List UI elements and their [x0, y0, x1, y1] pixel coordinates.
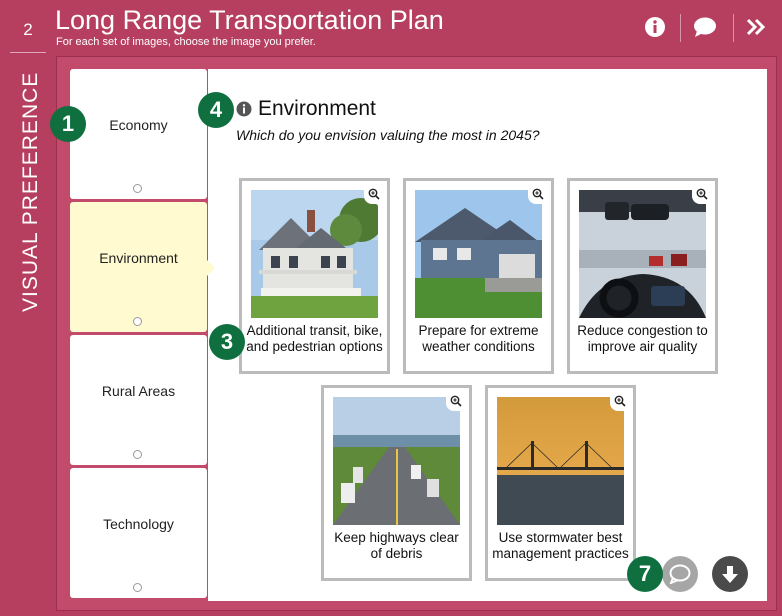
annotation-badge-7: 7: [627, 556, 663, 592]
traffic-photo: [579, 190, 706, 318]
status-dot: [133, 450, 142, 459]
tab-label: Technology: [103, 516, 174, 532]
section-question: Which do you envision valuing the most i…: [236, 127, 540, 143]
zoom-button[interactable]: [446, 391, 466, 411]
bridge-photo: [497, 397, 624, 525]
annotation-badge-4: 4: [198, 92, 234, 128]
status-dot: [133, 317, 142, 326]
status-dot: [133, 184, 142, 193]
active-tab-pointer: [206, 259, 215, 277]
zoom-in-icon: [368, 188, 380, 200]
choice-card-congestion[interactable]: Reduce congestion to improve air quality: [567, 178, 718, 374]
info-icon: [645, 17, 665, 37]
tab-environment[interactable]: Environment: [70, 202, 207, 332]
zoom-in-icon: [614, 395, 626, 407]
arrow-down-icon: [722, 566, 738, 583]
tab-economy[interactable]: Economy: [70, 69, 207, 199]
house-photo: [251, 190, 378, 318]
card-caption: Keep highways clear of debris: [334, 530, 459, 561]
card-caption: Additional transit, bike, and pedestrian…: [246, 323, 383, 354]
double-chevron-right-icon: [746, 18, 766, 36]
house-photo: [415, 190, 542, 318]
card-caption: Reduce congestion to improve air quality: [577, 323, 708, 354]
zoom-button[interactable]: [528, 184, 548, 204]
card-caption: Prepare for extreme weather conditions: [418, 323, 539, 354]
header-separator: [680, 14, 681, 42]
comment-icon: [669, 564, 691, 584]
header-separator: [733, 14, 734, 42]
step-divider: [10, 52, 46, 53]
section-title: Environment: [258, 97, 376, 120]
tab-label: Rural Areas: [101, 383, 176, 399]
zoom-in-icon: [696, 188, 708, 200]
choice-card-stormwater[interactable]: Use stormwater best management practices: [485, 385, 636, 581]
zoom-button[interactable]: [610, 391, 630, 411]
step-number: 2: [23, 20, 33, 39]
card-caption: Use stormwater best management practices: [492, 530, 629, 561]
tab-label: Economy: [109, 117, 168, 133]
comments-button[interactable]: [690, 12, 720, 42]
info-button[interactable]: [640, 12, 670, 42]
zoom-in-icon: [450, 395, 462, 407]
tab-technology[interactable]: Technology: [70, 468, 207, 598]
info-icon[interactable]: [236, 101, 252, 117]
zoom-button[interactable]: [692, 184, 712, 204]
page-title: Long Range Transportation Plan: [55, 5, 444, 35]
page-subtitle: For each set of images, choose the image…: [56, 36, 316, 48]
comment-icon: [694, 17, 716, 37]
tab-label: Environment: [99, 250, 178, 266]
zoom-in-icon: [532, 188, 544, 200]
comment-button[interactable]: [662, 556, 698, 592]
zoom-button[interactable]: [364, 184, 384, 204]
choice-card-weather[interactable]: Prepare for extreme weather conditions: [403, 178, 554, 374]
section-heading: Environment: [236, 97, 376, 121]
status-dot: [133, 583, 142, 592]
annotation-badge-3: 3: [209, 324, 245, 360]
tab-rural-areas[interactable]: Rural Areas: [70, 335, 207, 465]
next-down-button[interactable]: [712, 556, 748, 592]
next-button[interactable]: [741, 12, 771, 42]
annotation-badge-1: 1: [50, 106, 86, 142]
side-label: VISUAL PREFERENCE: [19, 71, 42, 312]
highway-photo: [333, 397, 460, 525]
choice-card-transit[interactable]: Additional transit, bike, and pedestrian…: [239, 178, 390, 374]
choice-card-highways[interactable]: Keep highways clear of debris: [321, 385, 472, 581]
